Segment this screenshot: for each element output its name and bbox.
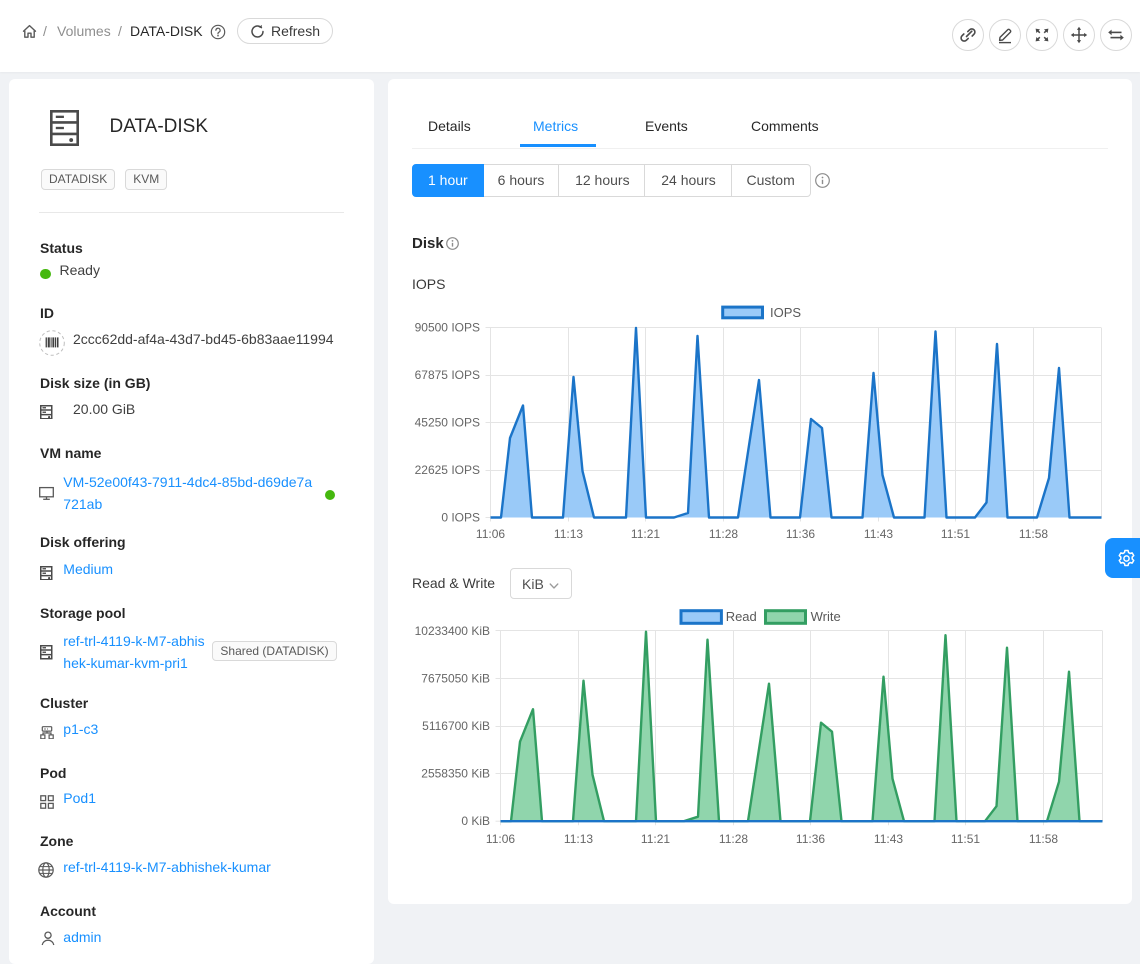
svg-text:10233400 KiB: 10233400 KiB (415, 624, 490, 638)
svg-text:11:21: 11:21 (641, 832, 670, 846)
svg-text:5116700 KiB: 5116700 KiB (422, 719, 490, 733)
svg-text:11:51: 11:51 (951, 832, 980, 846)
svg-text:7675050 KiB: 7675050 KiB (421, 671, 490, 685)
svg-text:11:36: 11:36 (796, 832, 825, 846)
svg-text:11:43: 11:43 (874, 832, 903, 846)
svg-text:11:58: 11:58 (1029, 832, 1058, 846)
svg-text:11:06: 11:06 (486, 832, 515, 846)
svg-text:11:28: 11:28 (719, 832, 748, 846)
svg-text:0 KiB: 0 KiB (461, 814, 490, 828)
svg-text:11:13: 11:13 (564, 832, 593, 846)
svg-text:Read: Read (726, 609, 757, 624)
svg-text:Write: Write (811, 609, 841, 624)
svg-text:2558350 KiB: 2558350 KiB (421, 767, 490, 781)
